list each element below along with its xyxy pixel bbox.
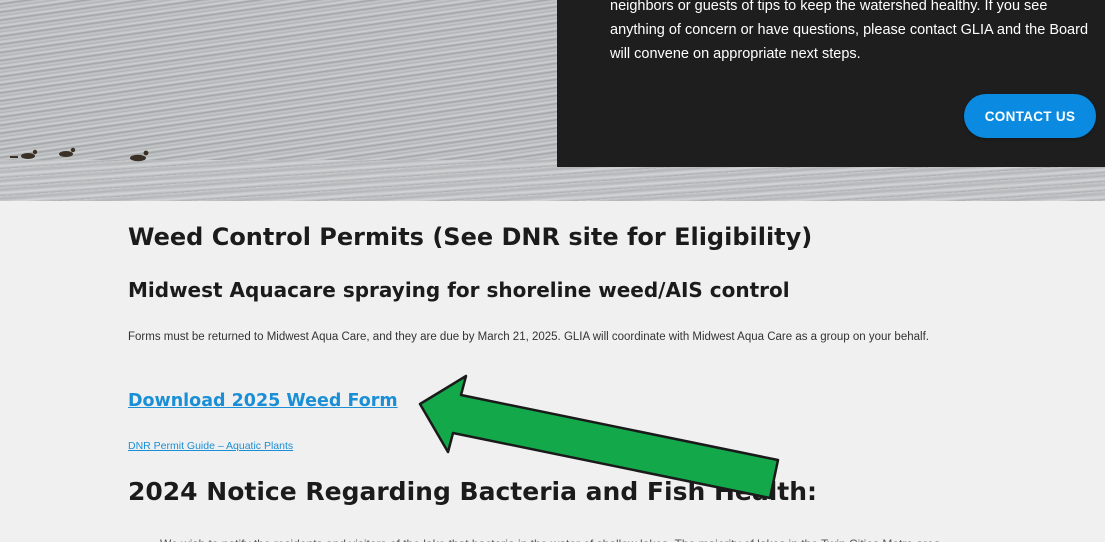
download-weed-form-link[interactable]: Download 2025 Weed Form: [128, 391, 398, 411]
ducks-illustration: [10, 147, 149, 162]
panel-text: neighbors or guests of tips to keep the …: [610, 0, 1100, 66]
contact-us-button[interactable]: CONTACT US: [964, 94, 1096, 138]
notice-text-clipped: We wish to notify the residents and visi…: [160, 537, 960, 542]
form-note: Forms must be returned to Midwest Aqua C…: [128, 331, 929, 343]
dnr-permit-guide-link[interactable]: DNR Permit Guide – Aquatic Plants: [128, 440, 293, 452]
notice-title: 2024 Notice Regarding Bacteria and Fish …: [128, 477, 818, 506]
panel-line: will convene on appropriate next steps.: [610, 46, 861, 62]
section-subtitle: Midwest Aquacare spraying for shoreline …: [128, 278, 790, 302]
info-panel: neighbors or guests of tips to keep the …: [557, 0, 1105, 167]
panel-line: neighbors or guests of tips to keep the …: [610, 0, 1048, 14]
panel-line: anything of concern or have questions, p…: [610, 22, 1089, 38]
hero-lake-image: neighbors or guests of tips to keep the …: [0, 0, 1105, 201]
main-content: Weed Control Permits (See DNR site for E…: [0, 201, 1105, 542]
page-title: Weed Control Permits (See DNR site for E…: [128, 223, 813, 251]
